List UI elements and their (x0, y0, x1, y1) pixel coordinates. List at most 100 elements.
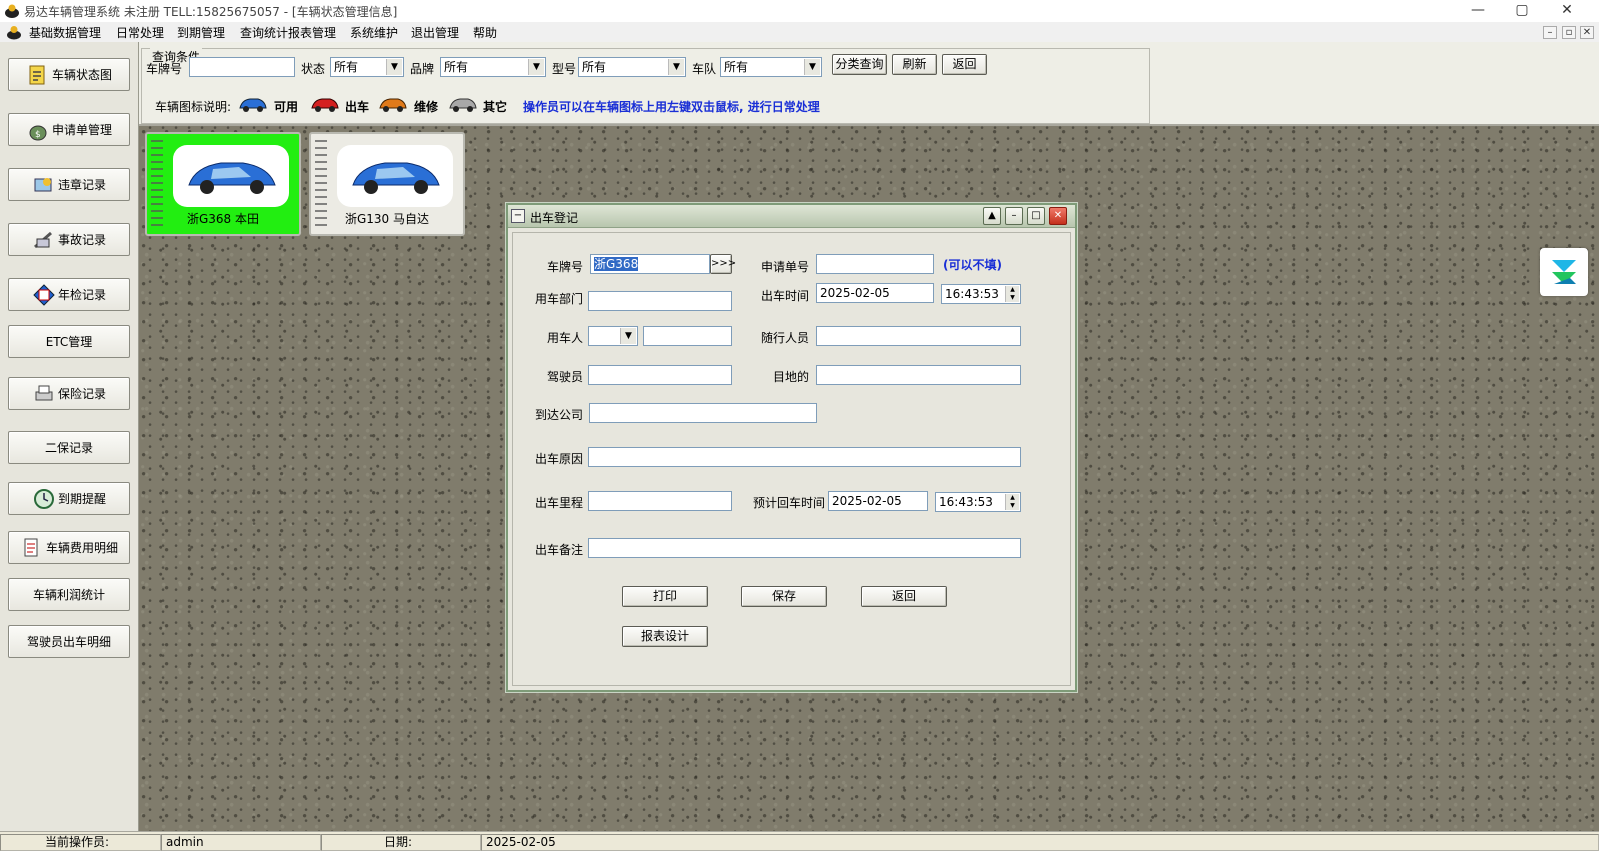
destination-input[interactable] (816, 365, 1021, 385)
car-card-zheg368[interactable]: 浙G368 本田 (145, 132, 301, 236)
refresh-button[interactable]: 刷新 (892, 54, 937, 75)
inspection-icon (32, 283, 56, 307)
legend-out-label: 出车 (345, 100, 370, 114)
document-icon (20, 536, 44, 560)
sidebar-item-violations[interactable]: 违章记录 (8, 168, 130, 201)
dialog-close-button[interactable]: ✕ (1049, 207, 1067, 225)
sidebar-item-inspection[interactable]: 年检记录 (8, 278, 130, 311)
sidebar-item-label: 驾驶员出车明细 (26, 635, 111, 649)
mileage-input[interactable] (588, 491, 732, 511)
mdi-minimize-button[interactable]: – (1543, 26, 1557, 39)
brand-select[interactable]: 所有 ▼ (440, 57, 546, 77)
sidebar-item-label: 违章记录 (57, 178, 106, 192)
dialog-system-menu-icon[interactable]: − (511, 209, 525, 223)
chevron-down-icon: ▼ (804, 59, 820, 75)
dept-input[interactable] (588, 291, 732, 311)
sidebar-item-car-status[interactable]: 车辆状态图 (8, 58, 130, 91)
sidebar-item-etc[interactable]: ETC管理 (8, 325, 130, 358)
fleet-select[interactable]: 所有 ▼ (720, 57, 822, 77)
driver-input[interactable] (588, 365, 732, 385)
reason-input[interactable] (588, 447, 1021, 467)
return-date-input[interactable]: 2025-02-05 (828, 491, 928, 511)
companion-label: 随行人员 (760, 331, 809, 345)
status-select[interactable]: 所有 ▼ (330, 57, 404, 77)
dialog-plate-input[interactable]: 浙G368 (590, 254, 710, 274)
print-button[interactable]: 打印 (622, 586, 708, 607)
plate-input[interactable] (189, 57, 295, 77)
plate-lookup-button[interactable]: >>> (710, 254, 736, 274)
dialog-minimize-button[interactable]: – (1005, 207, 1023, 225)
model-label: 型号 (552, 62, 577, 76)
dialog-scroll-up-button[interactable]: ▲ (983, 207, 1001, 225)
classify-query-button[interactable]: 分类查询 (832, 54, 887, 75)
sidebar-item-second-maintenance[interactable]: 二保记录 (8, 431, 130, 464)
sidebar-item-insurance[interactable]: 保险记录 (8, 377, 130, 410)
company-input[interactable] (589, 403, 817, 423)
back-button[interactable]: 返回 (942, 54, 987, 75)
spin-up-icon[interactable]: ▲ (1005, 286, 1019, 294)
date-value: 2025-02-05 (481, 834, 1599, 851)
out-time-spinner[interactable]: 16:43:53 ▲ ▼ (941, 284, 1021, 304)
menu-expiry[interactable]: 到期管理 (177, 24, 225, 41)
request-input[interactable] (816, 254, 934, 274)
legend-repair-label: 维修 (414, 100, 439, 114)
sidebar-item-requests[interactable]: $ 申请单管理 (8, 113, 130, 146)
violation-icon (32, 173, 56, 197)
user-input[interactable] (643, 326, 732, 346)
sidebar-item-cost-detail[interactable]: 车辆费用明细 (8, 531, 130, 564)
sidebar-item-label: 到期提醒 (57, 492, 106, 506)
menu-system[interactable]: 系统维护 (350, 24, 398, 41)
minimize-window-button[interactable]: — (1456, 0, 1500, 22)
legend-available-label: 可用 (274, 100, 299, 114)
request-optional-hint: (可以不填) (943, 258, 1002, 272)
model-select[interactable]: 所有 ▼ (578, 57, 686, 77)
svg-text:$: $ (35, 130, 41, 140)
brand-select-value: 所有 (444, 60, 469, 74)
maximize-window-button[interactable]: ▢ (1500, 0, 1544, 22)
date-label: 日期: (321, 834, 481, 851)
menu-exit[interactable]: 退出管理 (411, 24, 459, 41)
car-other-icon (449, 98, 477, 112)
mdi-close-button[interactable]: ✕ (1580, 26, 1594, 39)
menu-reports[interactable]: 查询统计报表管理 (240, 24, 336, 41)
menu-daily[interactable]: 日常处理 (116, 24, 164, 41)
remark-input[interactable] (588, 538, 1021, 558)
blue-car-image (173, 145, 289, 207)
menu-basic-data[interactable]: 基础数据管理 (29, 24, 101, 41)
spin-down-icon[interactable]: ▼ (1005, 502, 1019, 510)
spin-up-icon[interactable]: ▲ (1005, 494, 1019, 502)
floating-app-icon[interactable] (1540, 248, 1588, 296)
dialog-form: 车牌号 浙G368 >>> 申请单号 (可以不填) 用车部门 出车时间 2025… (512, 232, 1071, 686)
companion-input[interactable] (816, 326, 1021, 346)
fleet-select-value: 所有 (724, 60, 749, 74)
close-window-button[interactable]: ✕ (1545, 0, 1589, 22)
user-select[interactable]: ▼ (588, 326, 638, 346)
icon-legend-label: 车辆图标说明: (155, 100, 232, 114)
dialog-title: 出车登记 (530, 211, 579, 225)
out-date-input[interactable]: 2025-02-05 (816, 283, 934, 303)
spin-down-icon[interactable]: ▼ (1005, 294, 1019, 302)
car-card-zheg130[interactable]: 浙G130 马自达 (309, 132, 465, 236)
plate-value: 浙G368 (594, 257, 639, 271)
sidebar-item-driver-trips[interactable]: 驾驶员出车明细 (8, 625, 130, 658)
sidebar-item-label: 二保记录 (44, 441, 93, 455)
clock-icon (32, 487, 56, 511)
chevron-down-icon: ▼ (668, 59, 684, 75)
save-button[interactable]: 保存 (741, 586, 827, 607)
menu-help[interactable]: 帮助 (473, 24, 497, 41)
mdi-restore-button[interactable]: ▫ (1562, 26, 1576, 39)
departure-dialog: − 出车登记 ▲ – □ ✕ 车牌号 浙G368 >>> 申请单号 (可以不填)… (506, 203, 1077, 692)
app-menu-icon[interactable] (6, 24, 22, 40)
dialog-back-button[interactable]: 返回 (861, 586, 947, 607)
sidebar-item-label: 事故记录 (57, 233, 106, 247)
dialog-maximize-button[interactable]: □ (1027, 207, 1045, 225)
report-design-button[interactable]: 报表设计 (622, 626, 708, 647)
reason-label: 出车原因 (534, 452, 583, 466)
sidebar-item-expiry-reminder[interactable]: 到期提醒 (8, 482, 130, 515)
driver-label: 驾驶员 (546, 370, 583, 384)
operator-label: 当前操作员: (0, 834, 161, 851)
dialog-title-bar[interactable]: − 出车登记 ▲ – □ ✕ (508, 205, 1075, 228)
sidebar-item-accidents[interactable]: 事故记录 (8, 223, 130, 256)
return-time-spinner[interactable]: 16:43:53 ▲ ▼ (935, 492, 1021, 512)
sidebar-item-profit-stats[interactable]: 车辆利润统计 (8, 578, 130, 611)
